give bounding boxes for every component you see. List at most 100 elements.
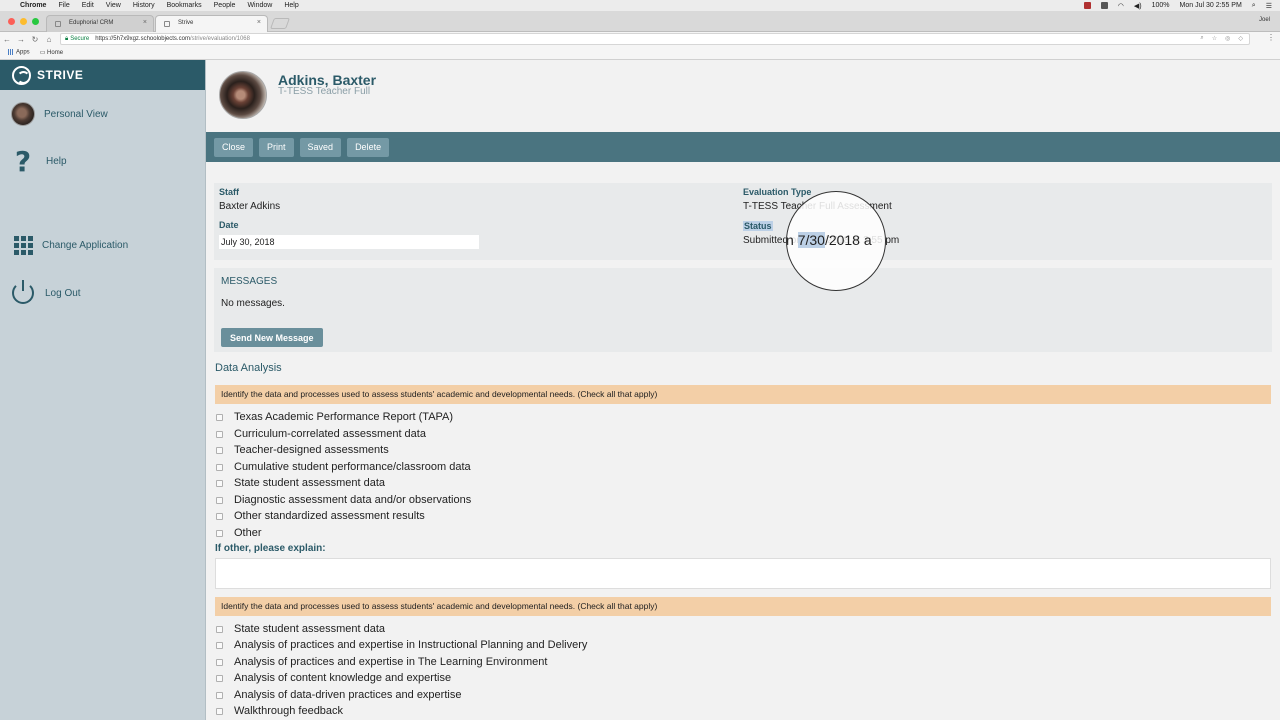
sidebar-item-label: Log Out (45, 287, 81, 299)
extension-icon[interactable]: ◇ (1238, 35, 1243, 42)
extension-icon[interactable]: ◎ (1225, 35, 1230, 42)
close-tab-icon[interactable]: × (143, 19, 147, 26)
checkbox-option[interactable]: Analysis of data-driven practices and ex… (215, 687, 461, 703)
checkbox-option[interactable]: Analysis of practices and expertise in T… (215, 654, 547, 670)
menu-edit[interactable]: Edit (82, 2, 94, 9)
bookmark-apps[interactable]: Apps (8, 49, 30, 56)
menu-window[interactable]: Window (247, 2, 272, 9)
address-bar[interactable]: 🔒︎ Secure https://5h7x9xgz.schoolobjects… (60, 33, 1250, 45)
chrome-menu-icon[interactable]: ⋮ (1267, 33, 1275, 42)
browser-toolbar: ← → ↻ ⌂ 🔒︎ Secure https://5h7x9xgz.schoo… (0, 32, 1280, 46)
status-label: Status (743, 221, 773, 231)
sidebar-item-help[interactable]: ? Help (0, 144, 206, 178)
checkbox[interactable] (216, 413, 223, 421)
menu-chrome[interactable]: Chrome (20, 2, 46, 9)
checkbox[interactable] (216, 674, 223, 682)
checkbox-option[interactable]: Other standardized assessment results (215, 508, 425, 524)
app-status-icon[interactable] (1083, 2, 1091, 9)
checkbox-label: Diagnostic assessment data and/or observ… (234, 494, 472, 506)
checkbox-option[interactable]: Curriculum-correlated assessment data (215, 426, 426, 442)
saved-button[interactable]: Saved (299, 137, 342, 157)
checkbox-label: Analysis of content knowledge and expert… (234, 672, 452, 684)
checkbox-option[interactable]: Analysis of content knowledge and expert… (215, 670, 451, 686)
brand-header[interactable]: STRIVE (0, 60, 205, 90)
wifi-icon[interactable]: ◠ (1118, 2, 1124, 10)
tab-eduphoria-crm[interactable]: Eduphoria! CRM × (46, 15, 154, 32)
date-label: Date (219, 220, 239, 230)
new-tab-button[interactable] (269, 18, 291, 29)
checkbox[interactable] (216, 496, 223, 504)
menu-help[interactable]: Help (284, 2, 298, 9)
checkbox-option[interactable]: Teacher-designed assessments (215, 442, 389, 458)
zoom-icon[interactable]: ⌕ (1200, 35, 1203, 42)
checkbox-option[interactable]: Cumulative student performance/classroom… (215, 459, 471, 475)
page-subtitle: T-TESS Teacher Full (278, 86, 371, 97)
checkbox[interactable] (216, 446, 223, 454)
messages-empty-text: No messages. (221, 298, 285, 309)
other-explain-textarea[interactable] (215, 558, 1271, 589)
close-button[interactable]: Close (214, 137, 254, 157)
page-icon (164, 21, 170, 27)
checkbox[interactable] (216, 479, 223, 487)
checkbox-label: Other (234, 527, 262, 539)
checkbox[interactable] (216, 658, 223, 666)
print-button[interactable]: Print (259, 137, 294, 157)
home-icon[interactable]: ⌂ (42, 35, 56, 44)
checkbox[interactable] (216, 529, 223, 537)
bookmark-home[interactable]: ▭ Home (40, 49, 63, 56)
bookmark-star-icon[interactable]: ☆ (1212, 35, 1217, 42)
send-new-message-button[interactable]: Send New Message (221, 328, 323, 347)
sidebar-item-personal-view[interactable]: Personal View (0, 97, 206, 131)
minimize-window-icon[interactable] (20, 18, 27, 25)
maximize-window-icon[interactable] (32, 18, 39, 25)
checkbox[interactable] (216, 430, 223, 438)
profile-name[interactable]: Joel (1259, 17, 1270, 23)
bookmarks-bar: Apps ▭ Home (0, 46, 1280, 60)
back-arrow-icon[interactable]: ← (0, 35, 14, 44)
checkbox-option[interactable]: Walkthrough feedback (215, 703, 343, 719)
menu-people[interactable]: People (214, 2, 236, 9)
checkbox-option[interactable]: Analysis of practices and expertise in I… (215, 637, 587, 653)
power-icon (10, 280, 36, 306)
volume-icon[interactable]: ◀) (1134, 2, 1142, 10)
menu-file[interactable]: File (58, 2, 69, 9)
app-status-icon[interactable] (1100, 2, 1108, 9)
checkbox-option[interactable]: State student assessment data (215, 475, 385, 491)
menu-view[interactable]: View (106, 2, 121, 9)
checkbox-option[interactable]: Diagnostic assessment data and/or observ… (215, 492, 471, 508)
tab-strive[interactable]: Strive × (155, 15, 268, 32)
close-window-icon[interactable] (8, 18, 15, 25)
profile-header: Adkins, Baxter T-TESS Teacher Full (206, 60, 1280, 132)
checkbox[interactable] (216, 641, 223, 649)
checkbox[interactable] (216, 512, 223, 520)
search-icon[interactable]: ⌕ (1252, 2, 1256, 10)
date-field[interactable]: July 30, 2018 (219, 235, 479, 249)
menu-list-icon[interactable]: ☰ (1266, 2, 1272, 10)
checkbox-option[interactable]: Texas Academic Performance Report (TAPA) (215, 409, 453, 425)
close-tab-icon[interactable]: × (257, 19, 261, 26)
checkbox-label: Curriculum-correlated assessment data (234, 428, 426, 440)
grid-icon (10, 232, 36, 258)
delete-button[interactable]: Delete (347, 137, 390, 157)
other-explain-label: If other, please explain: (215, 543, 326, 554)
battery-percent[interactable]: 100% (1152, 2, 1170, 9)
checkbox-label: Texas Academic Performance Report (TAPA) (234, 411, 454, 423)
forward-arrow-icon[interactable]: → (14, 35, 28, 44)
checkbox[interactable] (216, 625, 223, 633)
status-label-text: Status (743, 221, 773, 231)
apps-icon (8, 49, 14, 56)
menu-history[interactable]: History (133, 2, 155, 9)
os-menu-bar: Chrome File Edit View History Bookmarks … (0, 0, 1280, 11)
clock[interactable]: Mon Jul 30 2:55 PM (1180, 2, 1242, 9)
reload-icon[interactable]: ↻ (28, 35, 42, 44)
messages-panel: MESSAGES No messages. Send New Message (214, 268, 1272, 352)
checkbox[interactable] (216, 691, 223, 699)
menu-bookmarks[interactable]: Bookmarks (167, 2, 202, 9)
checkbox-option[interactable]: Other (215, 525, 262, 541)
sidebar-item-log-out[interactable]: Log Out (0, 276, 206, 310)
checkbox[interactable] (216, 707, 223, 715)
checkbox[interactable] (216, 463, 223, 471)
staff-value: Baxter Adkins (219, 201, 281, 212)
sidebar-item-change-application[interactable]: Change Application (0, 228, 206, 262)
checkbox-option[interactable]: State student assessment data (215, 621, 385, 637)
